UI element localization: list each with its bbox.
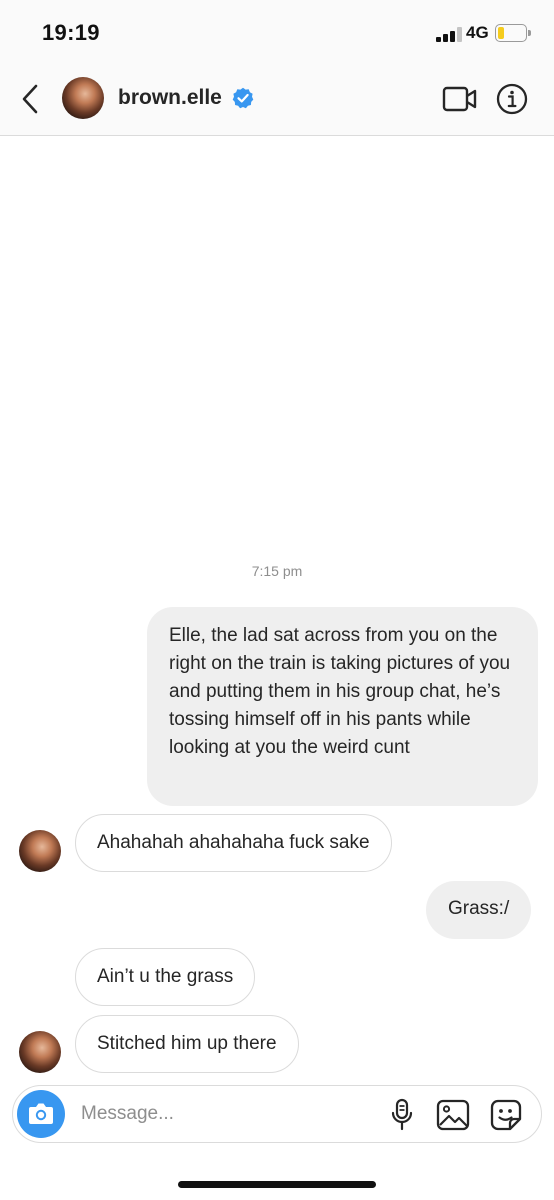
home-indicator[interactable]	[178, 1181, 376, 1188]
message-input[interactable]	[81, 1100, 371, 1128]
outgoing-message[interactable]: Elle, the lad sat across from you on the…	[147, 607, 538, 806]
voice-message-button[interactable]	[389, 1098, 415, 1132]
back-chevron-icon	[22, 84, 38, 114]
chat-username[interactable]: brown.elle	[118, 86, 222, 110]
incoming-message[interactable]: Stitched him up there	[75, 1015, 299, 1073]
info-icon	[496, 83, 528, 115]
incoming-message[interactable]: Ahahahah ahahahaha fuck sake	[75, 814, 392, 872]
video-call-button[interactable]	[442, 84, 478, 114]
outgoing-message[interactable]: Grass:/	[426, 881, 532, 939]
video-call-icon	[442, 86, 477, 112]
info-button[interactable]	[496, 83, 528, 115]
network-type: 4G	[466, 23, 489, 42]
message-timestamp: 7:15 pm	[251, 563, 303, 579]
camera-icon	[29, 1103, 53, 1124]
verified-badge-icon	[232, 87, 254, 109]
sender-avatar[interactable]	[19, 830, 61, 872]
incoming-message[interactable]: Ain’t u the grass	[75, 948, 256, 1006]
microphone-icon	[391, 1098, 413, 1131]
sticker-icon	[490, 1099, 522, 1131]
battery-icon	[495, 24, 527, 42]
status-bar: 19:19 4G	[0, 0, 554, 62]
gallery-icon	[436, 1099, 470, 1131]
sender-avatar[interactable]	[19, 1031, 61, 1073]
battery-cap	[528, 30, 531, 36]
sticker-button[interactable]	[489, 1098, 523, 1132]
chat-header: brown.elle	[0, 62, 554, 136]
camera-button[interactable]	[17, 1090, 65, 1138]
status-time: 19:19	[42, 20, 100, 45]
back-button[interactable]	[16, 82, 46, 116]
message-composer	[12, 1085, 542, 1143]
avatar[interactable]	[62, 77, 104, 119]
cellular-signal-icon	[436, 26, 464, 42]
gallery-button[interactable]	[436, 1098, 470, 1132]
battery-fill	[498, 27, 504, 39]
